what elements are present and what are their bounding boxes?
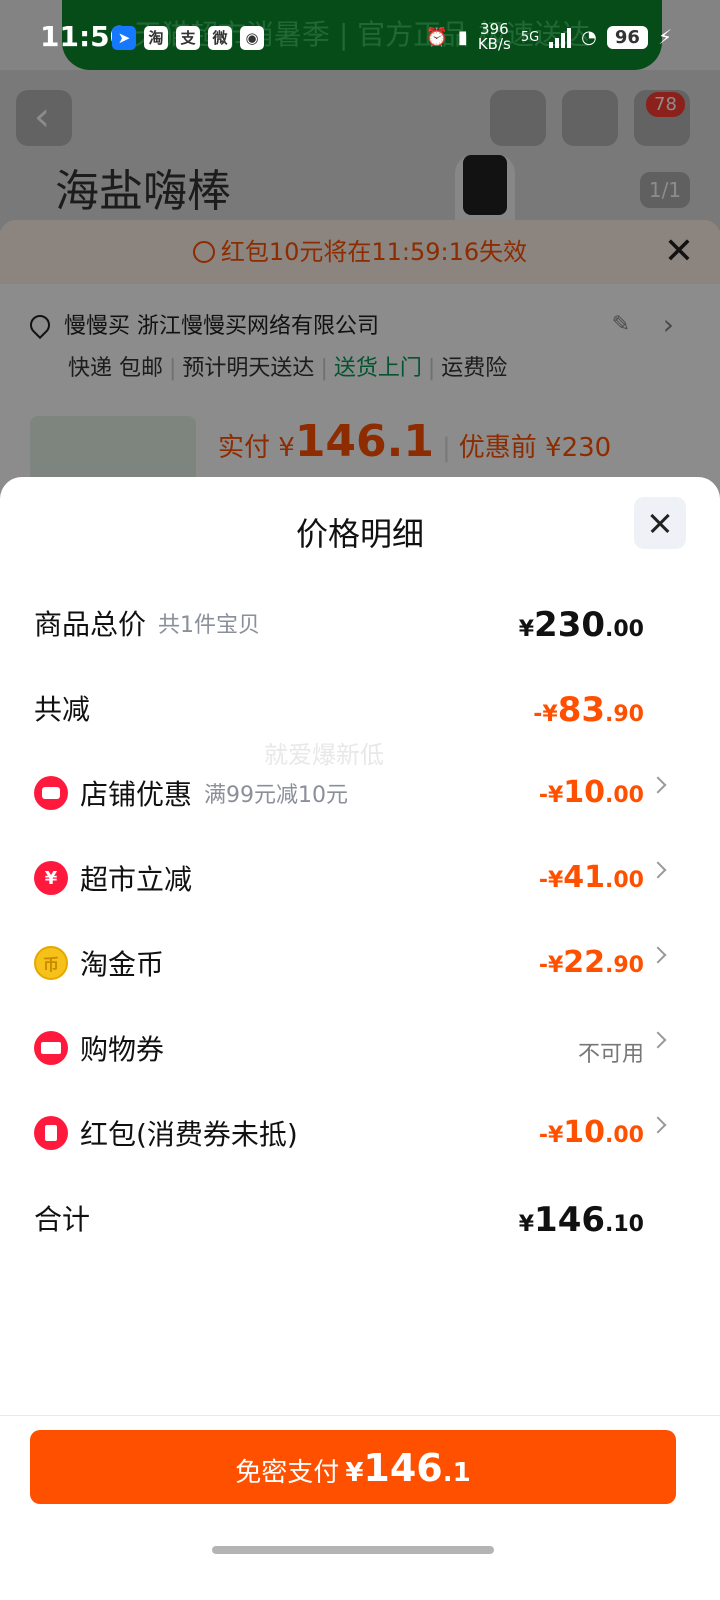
row-label: 超市立减 bbox=[80, 863, 193, 896]
system-indicators: ⏰ ▮ 396 KB/s 5G ◔ 96 ⚡ bbox=[425, 22, 672, 52]
row-total-goods-price: 商品总价 共1件宝贝 ¥230.00 bbox=[34, 593, 686, 653]
amount-decimal: .00 bbox=[605, 1123, 644, 1148]
row-supermarket-discount[interactable]: 超市立减 -¥41.00 bbox=[34, 848, 686, 908]
amount-prefix: -¥ bbox=[538, 783, 564, 808]
row-label: 购物券 bbox=[80, 1033, 165, 1066]
amount-main: 41 bbox=[563, 860, 606, 895]
pay-button-amount: ¥146.1 bbox=[345, 1446, 470, 1490]
password-free-pay-button[interactable]: 免密支付 ¥146.1 bbox=[30, 1430, 676, 1504]
row-taobao-coins[interactable]: 淘金币 -¥22.90 bbox=[34, 933, 686, 993]
row-amount: ¥230.00 bbox=[519, 593, 644, 653]
row-amount: -¥ 22.90 bbox=[539, 933, 644, 993]
amount-prefix: ¥ bbox=[518, 1212, 535, 1237]
row-amount: -¥ 10.00 bbox=[539, 1103, 644, 1163]
row-shopping-voucher[interactable]: 购物券 不可用 bbox=[34, 1018, 686, 1078]
chevron-right-icon[interactable] bbox=[649, 861, 667, 879]
amount-main: 146 bbox=[534, 1200, 606, 1240]
gold-coin-icon bbox=[34, 946, 68, 980]
row-red-packet[interactable]: 红包(消费券未抵) -¥ 10.00 bbox=[34, 1103, 686, 1163]
amount-prefix: -¥ bbox=[538, 1123, 564, 1148]
red-packet-icon bbox=[34, 1116, 68, 1150]
battery-level: 96 bbox=[606, 25, 648, 49]
amount-main: 10 bbox=[563, 775, 606, 810]
sheet-title: 价格明细 bbox=[295, 515, 424, 553]
row-amount: ¥146.10 bbox=[519, 1188, 644, 1248]
row-amount: 不可用 bbox=[578, 1018, 644, 1078]
alipay-icon: 支 bbox=[176, 26, 200, 50]
amount-decimal: .10 bbox=[605, 1212, 644, 1237]
row-sub: 共1件宝贝 bbox=[158, 613, 261, 638]
row-label: 店铺优惠 bbox=[80, 778, 193, 811]
chevron-right-icon[interactable] bbox=[649, 946, 667, 964]
amount-decimal: .00 bbox=[605, 868, 644, 893]
net-speed-unit: KB/s bbox=[477, 35, 511, 53]
amount-decimal: .1 bbox=[442, 1458, 471, 1488]
pay-button-label: 免密支付 bbox=[235, 1458, 340, 1488]
chevron-right-icon[interactable] bbox=[649, 1031, 667, 1049]
amount-prefix: -¥ bbox=[538, 953, 564, 978]
bottom-pay-bar: 免密支付 ¥146.1 bbox=[0, 1415, 720, 1600]
chevron-right-icon[interactable] bbox=[649, 776, 667, 794]
close-button[interactable] bbox=[634, 497, 686, 549]
row-store-discount[interactable]: 店铺优惠 满99元减10元 -¥ 10.00 bbox=[34, 763, 686, 823]
network-speed: 396 KB/s bbox=[478, 22, 511, 52]
signal-icon bbox=[549, 26, 572, 48]
amount-decimal: .00 bbox=[605, 783, 644, 808]
home-indicator[interactable] bbox=[212, 1546, 494, 1554]
amount-prefix: -¥ bbox=[533, 702, 558, 727]
price-detail-sheet: 价格明细 就爱爆新低 商品总价 共1件宝贝 ¥230.00 共减 -¥ 83.90… bbox=[0, 477, 720, 1600]
amount-decimal: .90 bbox=[605, 953, 644, 978]
unavailable-text: 不可用 bbox=[577, 1042, 644, 1067]
alarm-icon: ⏰ bbox=[425, 26, 448, 48]
amount-prefix: -¥ bbox=[538, 868, 564, 893]
amount-main: 83 bbox=[557, 690, 606, 730]
row-amount: -¥ 10.00 bbox=[539, 763, 644, 823]
amount-decimal: .90 bbox=[605, 702, 644, 727]
row-label: 合计 bbox=[34, 1203, 91, 1236]
row-label: 淘金币 bbox=[80, 948, 165, 981]
row-sub: 满99元减10元 bbox=[204, 783, 349, 808]
vibrate-icon: ▮ bbox=[457, 26, 468, 48]
row-grand-total: 合计 ¥146.10 bbox=[34, 1188, 686, 1248]
row-total-discount: 共减 -¥ 83.90 bbox=[34, 678, 686, 738]
notification-icons: ➤ 淘 支 微 ◉ bbox=[112, 26, 264, 50]
row-amount: -¥ 83.90 bbox=[533, 678, 644, 738]
chevron-right-icon[interactable] bbox=[649, 1116, 667, 1134]
amount-main: 10 bbox=[563, 1115, 606, 1150]
yen-coupon-icon bbox=[34, 861, 68, 895]
charging-icon: ⚡ bbox=[657, 25, 672, 49]
app-notification-icon: ➤ bbox=[112, 26, 136, 50]
row-label: 共减 bbox=[34, 693, 91, 726]
amount-main: 146 bbox=[363, 1446, 443, 1490]
row-label: 商品总价 bbox=[34, 608, 147, 641]
wechat-icon: 微 bbox=[208, 26, 232, 50]
shop-discount-icon bbox=[34, 776, 68, 810]
status-bar: 11:50 ➤ 淘 支 微 ◉ ⏰ ▮ 396 KB/s 5G ◔ 96 ⚡ bbox=[0, 0, 720, 76]
amount-decimal: .00 bbox=[605, 617, 644, 642]
shopping-voucher-icon bbox=[34, 1031, 68, 1065]
weibo-icon: ◉ bbox=[240, 26, 264, 50]
row-amount: -¥ 41.00 bbox=[539, 848, 644, 908]
net-type: 5G bbox=[520, 29, 540, 45]
amount-main: 230 bbox=[534, 605, 606, 645]
taobao-icon: 淘 bbox=[144, 26, 168, 50]
wifi-icon: ◔ bbox=[581, 26, 597, 48]
amount-prefix: ¥ bbox=[345, 1458, 364, 1488]
row-label: 红包(消费券未抵) bbox=[80, 1118, 298, 1151]
amount-prefix: ¥ bbox=[518, 617, 535, 642]
amount-main: 22 bbox=[563, 945, 606, 980]
